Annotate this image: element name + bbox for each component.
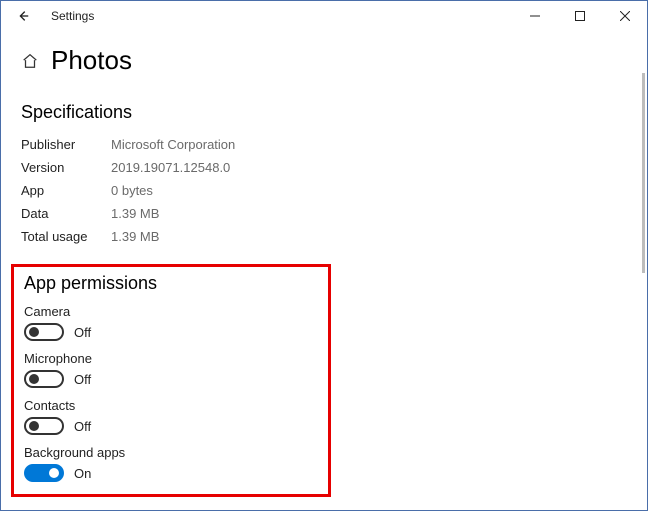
toggle-row: Off [24,417,318,435]
spec-label: Publisher [21,137,111,152]
spec-value: 0 bytes [111,183,153,198]
toggle-row: On [24,464,318,482]
maximize-icon [575,11,585,21]
toggle-knob [29,421,39,431]
toggle-row: Off [24,370,318,388]
arrow-left-icon [16,9,30,23]
background-apps-toggle[interactable] [24,464,64,482]
permission-microphone: Microphone Off [24,351,318,388]
home-icon [21,52,39,70]
spec-value: 1.39 MB [111,206,159,221]
spec-label: Total usage [21,229,111,244]
back-button[interactable] [9,2,37,30]
close-icon [620,11,630,21]
spec-row: Total usage 1.39 MB [21,225,627,248]
spec-label: Data [21,206,111,221]
toggle-row: Off [24,323,318,341]
spec-value: 1.39 MB [111,229,159,244]
permission-label: Contacts [24,398,318,413]
window-controls [512,1,647,31]
permission-label: Background apps [24,445,318,460]
minimize-button[interactable] [512,1,557,31]
spec-row: Publisher Microsoft Corporation [21,133,627,156]
spec-value: Microsoft Corporation [111,137,235,152]
spec-label: App [21,183,111,198]
scrollbar[interactable] [642,73,645,273]
page-header: Photos [21,45,627,76]
app-permissions-section: App permissions Camera Off Microphone Of… [11,264,331,497]
specifications-title: Specifications [21,102,627,123]
spec-label: Version [21,160,111,175]
microphone-toggle[interactable] [24,370,64,388]
spec-row: Version 2019.19071.12548.0 [21,156,627,179]
contacts-toggle[interactable] [24,417,64,435]
close-button[interactable] [602,1,647,31]
content: Photos Specifications Publisher Microsof… [1,31,647,497]
permission-label: Microphone [24,351,318,366]
spec-row: App 0 bytes [21,179,627,202]
toggle-state-text: On [74,466,91,481]
toggle-state-text: Off [74,419,91,434]
spec-value: 2019.19071.12548.0 [111,160,230,175]
toggle-knob [29,374,39,384]
toggle-knob [49,468,59,478]
page-title: Photos [51,45,132,76]
permission-background-apps: Background apps On [24,445,318,482]
toggle-state-text: Off [74,325,91,340]
titlebar: Settings [1,1,647,31]
permission-contacts: Contacts Off [24,398,318,435]
toggle-state-text: Off [74,372,91,387]
permission-label: Camera [24,304,318,319]
maximize-button[interactable] [557,1,602,31]
specifications-list: Publisher Microsoft Corporation Version … [21,133,627,248]
window-title: Settings [51,9,94,23]
toggle-knob [29,327,39,337]
spec-row: Data 1.39 MB [21,202,627,225]
minimize-icon [530,11,540,21]
permission-camera: Camera Off [24,304,318,341]
home-button[interactable] [21,52,39,70]
permissions-title: App permissions [24,273,318,294]
camera-toggle[interactable] [24,323,64,341]
